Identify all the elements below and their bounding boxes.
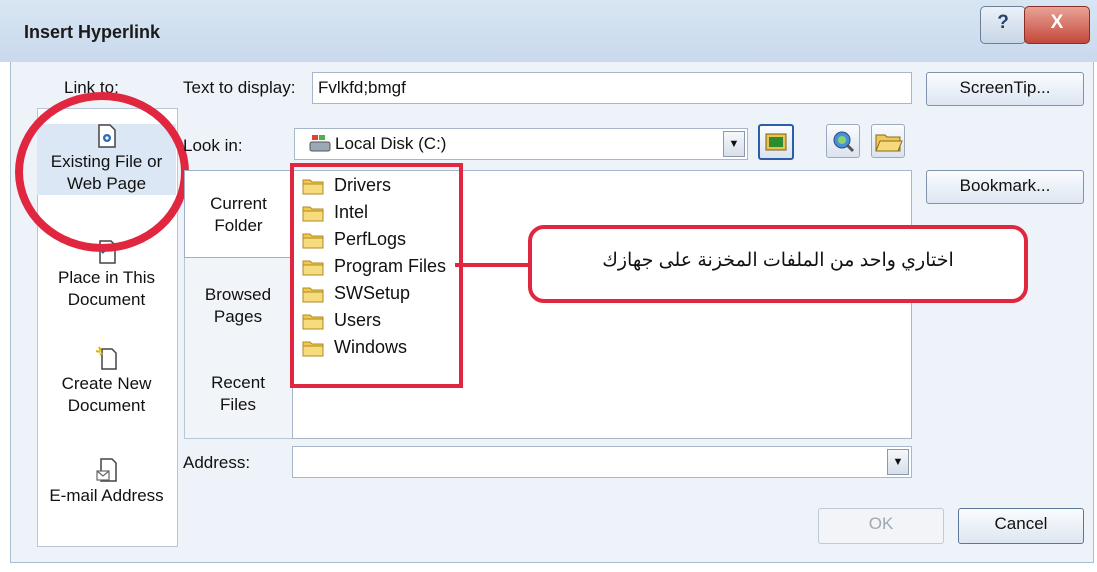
up-one-folder-button[interactable] <box>758 124 794 160</box>
link-to-create-new-document[interactable]: Create New Document <box>37 346 176 417</box>
up-folder-icon <box>765 133 787 151</box>
close-icon: X <box>1050 12 1064 33</box>
title-bar <box>0 0 1097 62</box>
link-to-place-line1: Place in This <box>57 268 155 287</box>
tab-current-folder-line2: Folder <box>214 216 263 235</box>
new-document-icon <box>95 346 117 370</box>
tab-browsed-pages[interactable]: Browsed Pages <box>184 284 292 328</box>
text-to-display-input[interactable]: Fvlkfd;bmgf <box>312 72 912 104</box>
text-to-display-label: Text to display: <box>183 78 296 97</box>
annotation-box <box>290 163 463 388</box>
close-button[interactable]: X <box>1024 6 1090 44</box>
chevron-down-icon[interactable]: ▼ <box>887 449 909 475</box>
link-to-email-address[interactable]: E-mail Address <box>37 458 176 507</box>
local-disk-icon <box>309 135 331 152</box>
window-title: Insert Hyperlink <box>24 22 161 42</box>
link-to-place-line2: Document <box>67 290 146 309</box>
tab-current-folder[interactable]: Current Folder <box>184 170 292 258</box>
tab-recent-files[interactable]: Recent Files <box>184 372 292 416</box>
open-folder-icon <box>875 134 903 152</box>
look-in-label: Look in: <box>183 136 243 155</box>
look-in-value: Local Disk (C:) <box>335 134 447 153</box>
annotation-callout: اختاري واحد من الملفات المخزنة على جهازك <box>528 225 1028 303</box>
help-button[interactable]: ? <box>980 6 1026 44</box>
link-to-new-line2: Document <box>67 396 146 415</box>
link-to-new-line1: Create New <box>61 374 152 393</box>
address-label: Address: <box>183 453 251 472</box>
look-in-dropdown[interactable]: Local Disk (C:) ▼ <box>294 128 748 160</box>
help-icon: ? <box>997 12 1009 33</box>
annotation-circle <box>15 92 189 252</box>
annotation-callout-text: اختاري واحد من الملفات المخزنة على جهازك <box>602 250 954 271</box>
screentip-button[interactable]: ScreenTip... <box>926 72 1084 106</box>
browse-file-button[interactable] <box>871 124 905 158</box>
chevron-down-icon[interactable]: ▼ <box>723 131 745 157</box>
ok-button[interactable]: OK <box>818 508 944 544</box>
web-search-icon <box>833 131 855 153</box>
email-icon <box>95 458 117 482</box>
browse-web-button[interactable] <box>826 124 860 158</box>
cancel-button[interactable]: Cancel <box>958 508 1084 544</box>
bookmark-button[interactable]: Bookmark... <box>926 170 1084 204</box>
link-to-email-line1: E-mail Address <box>49 486 164 505</box>
annotation-connector <box>455 263 530 267</box>
tab-browsed-pages-line1: Browsed <box>204 285 272 304</box>
address-input[interactable]: ▼ <box>292 446 912 478</box>
text-to-display-value: Fvlkfd;bmgf <box>318 78 406 97</box>
tab-recent-files-line1: Recent <box>211 373 265 392</box>
tab-recent-files-line2: Files <box>220 395 256 414</box>
tab-current-folder-line1: Current <box>210 194 267 213</box>
tab-browsed-pages-line2: Pages <box>213 307 263 326</box>
